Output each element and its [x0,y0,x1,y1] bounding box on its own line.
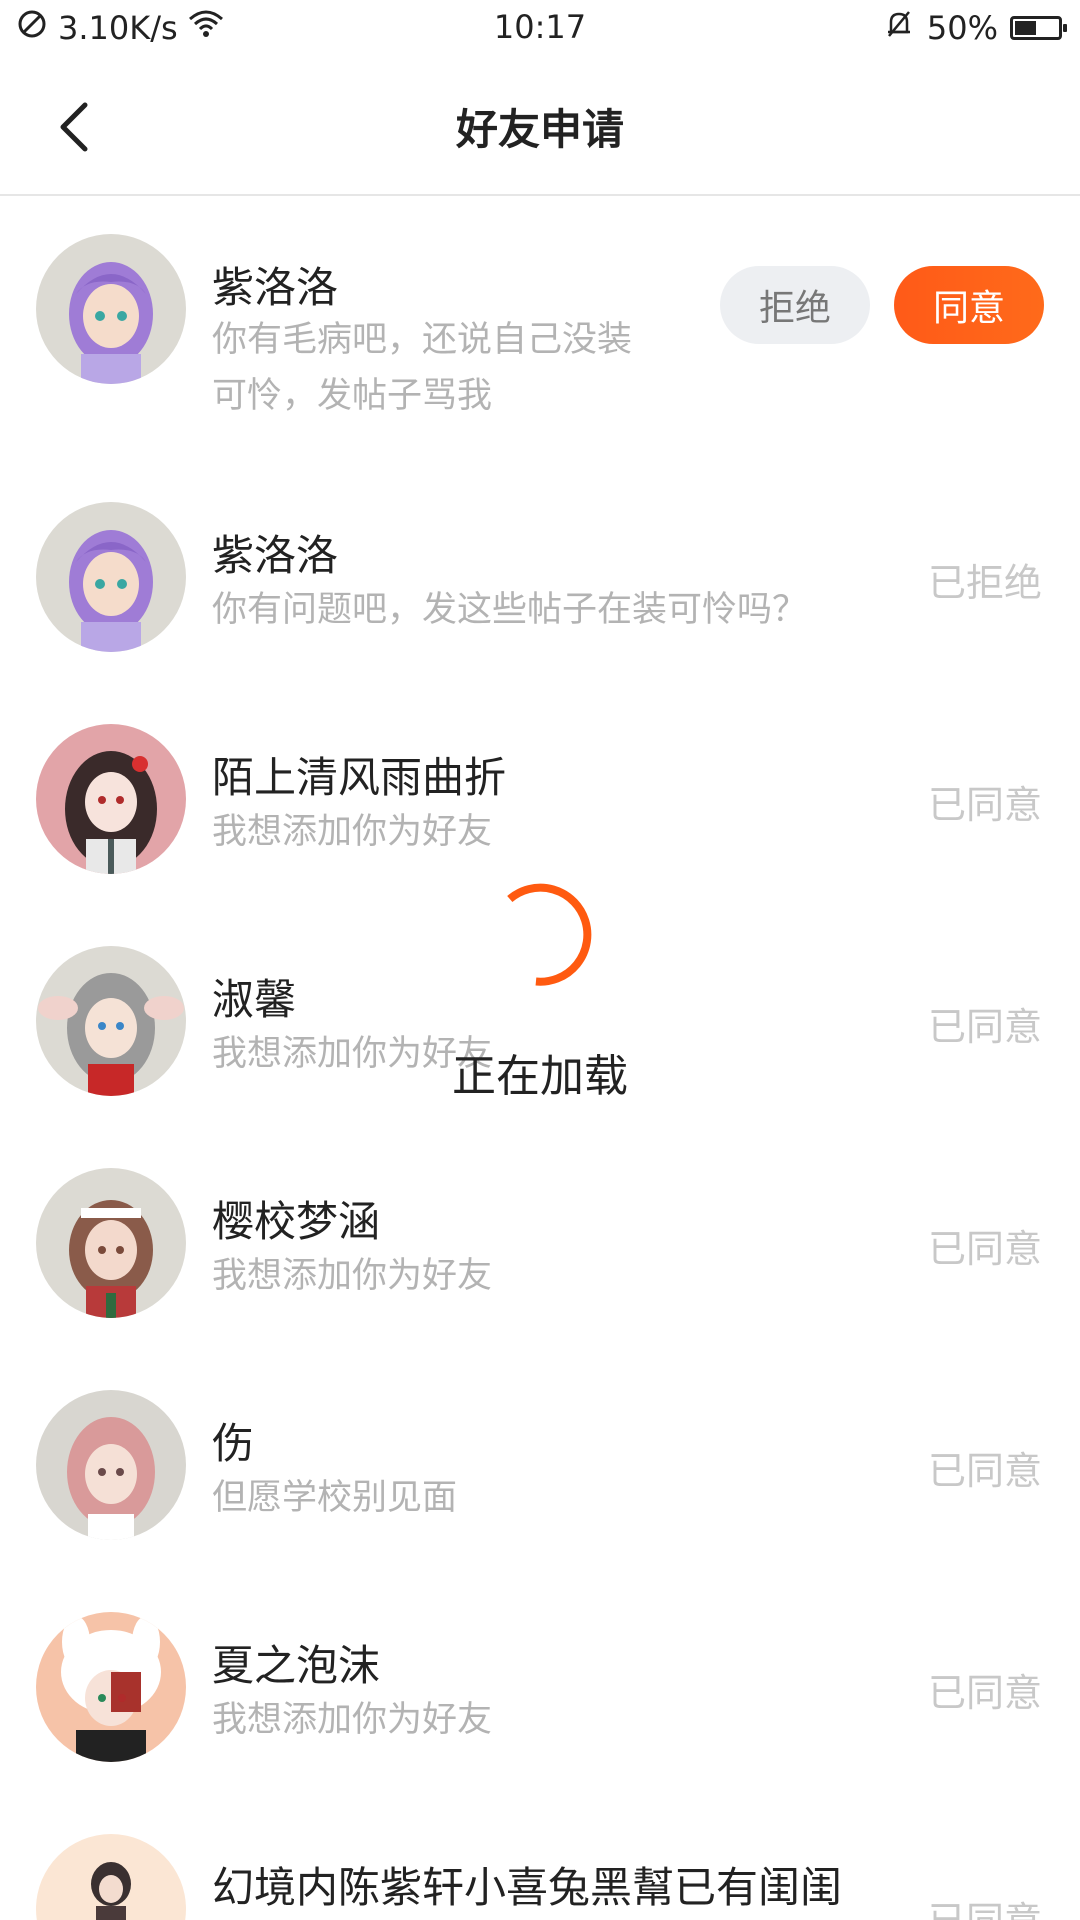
avatar[interactable] [36,1612,186,1762]
header: 好友申请 [0,56,1080,196]
requester-name: 淑馨 [212,975,297,1024]
battery-level [1015,21,1036,35]
request-item[interactable]: 紫洛洛 你有毛病吧，还说自己没装 可怜，发帖子骂我 拒绝 同意 [0,234,1080,434]
request-item[interactable]: 夏之泡沫 我想添加你为好友 已同意 [0,1612,1080,1772]
avatar[interactable] [36,1390,186,1540]
request-item[interactable]: 紫洛洛 你有问题吧，发这些帖子在装可怜吗？ 已拒绝 [0,502,1080,662]
request-item[interactable]: 伤 但愿学校别见面 已同意 [0,1390,1080,1550]
agree-button[interactable]: 同意 [894,266,1044,344]
requester-name: 紫洛洛 [212,263,339,312]
request-message: 你有问题吧，发这些帖子在装可怜吗？ [212,590,808,630]
status-bar-right: 50% [883,8,1067,48]
status-label: 已拒绝 [927,561,1042,605]
request-message: 我想添加你为好友 [212,1700,493,1740]
status-label: 已同意 [927,783,1042,827]
avatar[interactable] [36,502,186,652]
battery-icon [1010,16,1067,40]
request-message: 你有毛病吧，还说自己没装 可怜，发帖子骂我 [212,312,632,424]
friend-requests-screen: 3.10K/s 10:17 50% 好友申请 紫洛洛 你有毛病吧，还说自己没装 … [0,0,1080,1920]
request-message: 我想添加你为好友 [212,1256,493,1296]
page-title: 好友申请 [455,105,624,154]
status-label: 已同意 [927,1227,1042,1271]
request-item[interactable]: 樱校梦涵 我想添加你为好友 已同意 [0,1168,1080,1328]
avatar[interactable] [36,234,186,384]
requester-name: 夏之泡沫 [212,1641,381,1690]
avatar[interactable] [36,1168,186,1318]
requester-name: 幻境内陈紫轩小喜兔黑幫已有闺闺 [212,1863,843,1912]
request-message-line: 可怜，发帖子骂我 [212,376,493,416]
avatar[interactable] [36,1834,186,1920]
requester-name: 伤 [212,1419,255,1468]
status-label: 已同意 [928,1890,1042,1920]
request-message: 但愿学校别见面 [212,1478,458,1518]
loading-indicator: 正在加载 [440,880,640,1102]
request-item[interactable]: 陌上清风雨曲折 我想添加你为好友 已同意 [0,724,1080,884]
status-bar: 3.10K/s 10:17 50% [0,0,1080,56]
requester-name: 陌上清风雨曲折 [212,753,507,802]
request-item[interactable]: 幻境内陈紫轩小喜兔黑幫已有闺闺 已同意 [0,1834,1080,1920]
mute-bell-icon [883,8,915,48]
status-label: 已同意 [927,1671,1042,1715]
request-message-line: 你有毛病吧，还说自己没装 [212,320,633,360]
request-message: 我想添加你为好友 [212,812,493,852]
loading-spinner-icon [507,883,592,986]
status-label: 已同意 [927,1449,1042,1493]
status-label: 已同意 [927,1005,1042,1049]
requester-name: 樱校梦涵 [212,1197,381,1246]
loading-text: 正在加载 [452,1051,628,1102]
avatar[interactable] [36,946,186,1096]
requester-name: 紫洛洛 [212,531,339,580]
battery-percent: 50% [926,9,998,47]
avatar[interactable] [36,724,186,874]
reject-button[interactable]: 拒绝 [720,266,870,344]
